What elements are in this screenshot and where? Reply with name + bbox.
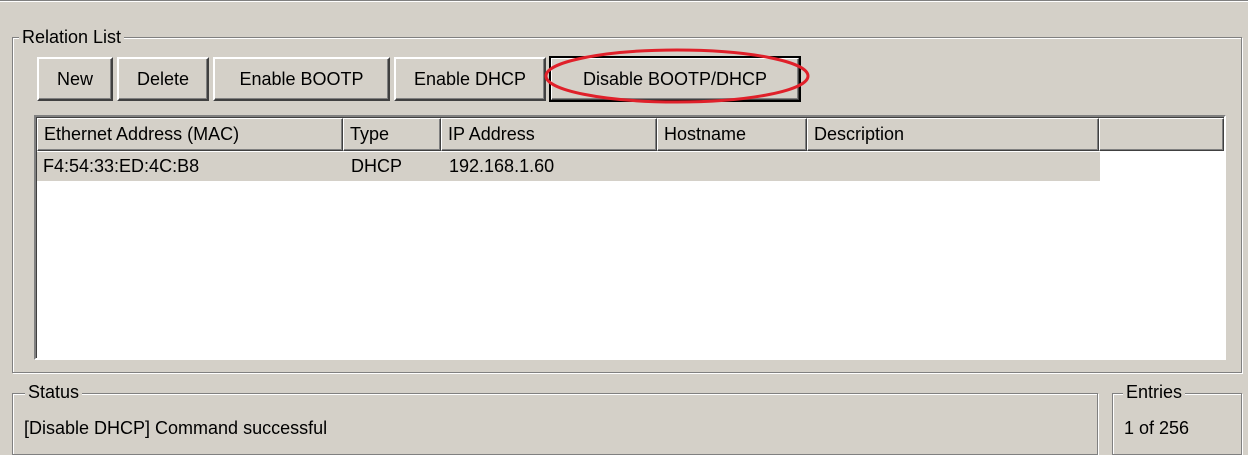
relation-list-title: Relation List — [19, 27, 125, 47]
new-button[interactable]: New — [37, 57, 113, 101]
column-header-type[interactable]: Type — [343, 118, 441, 151]
cell-ip: 192.168.1.60 — [449, 156, 555, 176]
enable-bootp-button[interactable]: Enable BOOTP — [213, 57, 390, 101]
column-header-description[interactable]: Description — [807, 118, 1099, 151]
cell-description — [809, 152, 815, 181]
entries-count: 1 of 256 — [1124, 418, 1190, 438]
column-header-blank — [1099, 118, 1224, 151]
column-header-hostname[interactable]: Hostname — [657, 118, 807, 151]
delete-button[interactable]: Delete — [117, 57, 209, 101]
top-divider — [0, 0, 1248, 2]
disable-bootp-dhcp-button[interactable]: Disable BOOTP/DHCP — [549, 56, 801, 102]
relation-table[interactable]: Ethernet Address (MAC) Type IP Address H… — [34, 115, 1226, 360]
cell-mac: F4:54:33:ED:4C:B8 — [43, 156, 200, 176]
entries-title: Entries — [1123, 382, 1186, 402]
cell-hostname — [659, 152, 665, 181]
status-title: Status — [25, 382, 83, 402]
enable-dhcp-button[interactable]: Enable DHCP — [394, 57, 546, 101]
column-header-ip[interactable]: IP Address — [441, 118, 657, 151]
status-text: [Disable DHCP] Command successful — [24, 418, 328, 438]
table-header: Ethernet Address (MAC) Type IP Address H… — [37, 118, 1224, 151]
column-header-mac[interactable]: Ethernet Address (MAC) — [37, 118, 343, 151]
table-row[interactable]: F4:54:33:ED:4C:B8 DHCP 192.168.1.60 — [37, 152, 1100, 181]
cell-type: DHCP — [351, 156, 403, 176]
